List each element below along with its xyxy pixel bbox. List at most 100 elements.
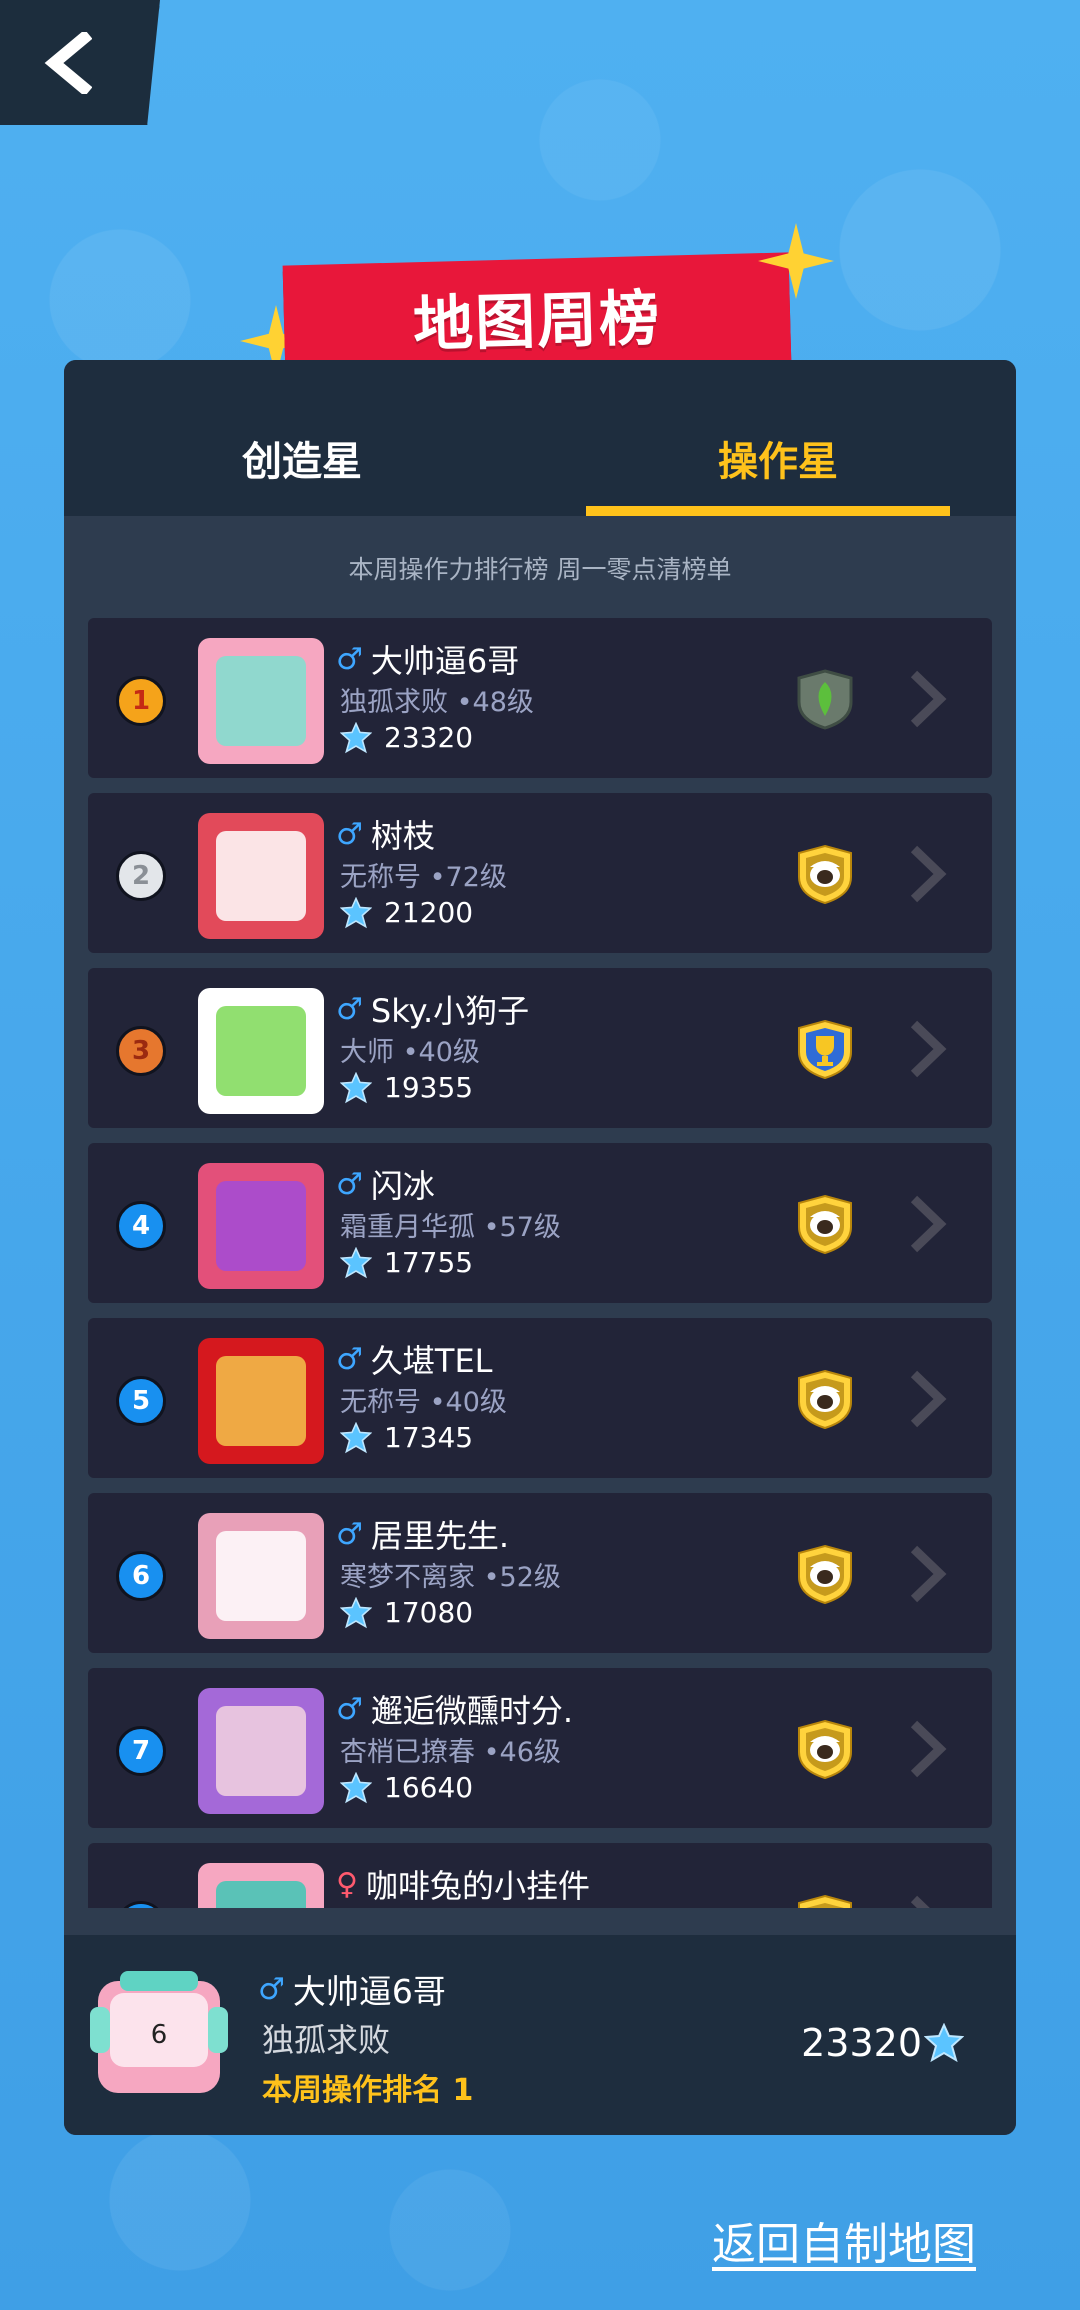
green-shield-badge — [797, 669, 853, 730]
player-title-level: 霜重月华孤 •57级 — [340, 1205, 561, 1244]
chevron-right-icon[interactable] — [906, 1718, 948, 1780]
user-avatar-image — [198, 1338, 324, 1464]
star-gem-icon — [340, 1421, 372, 1453]
player-title-level: 大师 •40级 — [340, 1030, 480, 1069]
rank-number: 6 — [131, 1561, 151, 1591]
avatar[interactable] — [198, 1688, 324, 1814]
star-gem-icon — [340, 721, 372, 753]
leaderboard-row[interactable]: 1 ♂ 大帅逼6哥 独孤求败 •48级 23320 — [88, 618, 992, 778]
male-icon: ♂ — [258, 1971, 285, 2007]
leaderboard-subtitle: 本周操作力排行榜 周一零点清榜单 — [348, 555, 732, 584]
player-title-level: 独孤求败 •48级 — [340, 680, 534, 719]
player-title: 大师 — [340, 1037, 394, 1068]
avatar[interactable]: 6 — [90, 1963, 228, 2101]
chevron-right-icon[interactable] — [906, 668, 948, 730]
active-tab-indicator — [586, 506, 950, 516]
rank-badge: 5 — [116, 1376, 166, 1426]
avatar[interactable] — [198, 813, 324, 939]
leaderboard-row[interactable]: 3 ♂ Sky.小狗子 大师 •40级 19355 — [88, 968, 992, 1128]
player-name: ♀ 咖啡兔的小挂件 — [336, 1861, 590, 1907]
robot-frame-avatar: 6 — [90, 1971, 228, 2093]
player-score: 19355 — [340, 1071, 473, 1104]
player-title: 霜重月华孤 — [340, 1212, 475, 1243]
player-score: 17080 — [340, 1596, 473, 1629]
rank-number: 1 — [131, 686, 151, 716]
back-button[interactable] — [0, 0, 160, 125]
my-score: 23320 — [801, 2021, 964, 2065]
leaderboard-row[interactable]: 5 ♂ 久堪TEL 无称号 •40级 17345 — [88, 1318, 992, 1478]
avatar[interactable] — [198, 988, 324, 1114]
player-score-value: 17755 — [384, 1246, 474, 1279]
chevron-right-icon[interactable] — [906, 1893, 948, 1908]
leaderboard-row[interactable]: 2 ♂ 树枝 无称号 •72级 21200 — [88, 793, 992, 953]
player-level: •72级 — [429, 862, 507, 893]
page-title: 地图周榜 — [412, 283, 663, 360]
player-score-value: 17345 — [384, 1421, 474, 1454]
player-name: ♂ 居里先生. — [336, 1511, 509, 1557]
user-avatar-image — [198, 638, 324, 764]
star-gem-icon — [340, 1071, 372, 1103]
player-title: 杏梢已撩春 — [340, 1737, 475, 1768]
user-avatar-image — [198, 1163, 324, 1289]
leaderboard-row[interactable]: 6 ♂ 居里先生. 寒梦不离家 •52级 17080 — [88, 1493, 992, 1653]
player-level: •46级 — [483, 1737, 561, 1768]
tab-operator-star[interactable]: 操作星 — [540, 360, 1016, 516]
rank-number: 5 — [131, 1386, 151, 1416]
rank-number: 2 — [131, 861, 151, 891]
rank-badge: 7 — [116, 1726, 166, 1776]
chevron-right-icon[interactable] — [906, 1543, 948, 1605]
my-score-value: 23320 — [801, 2021, 922, 2065]
chevron-right-icon[interactable] — [906, 1018, 948, 1080]
player-name-text: 咖啡兔的小挂件 — [365, 1867, 590, 1905]
leaderboard-row[interactable]: 4 ♂ 闪冰 霜重月华孤 •57级 17755 — [88, 1143, 992, 1303]
my-rank: 本周操作排名 1 — [262, 2073, 474, 2108]
player-name-text: Sky.小狗子 — [370, 992, 530, 1030]
player-score: 16640 — [340, 1771, 473, 1804]
my-name: ♂ 大帅逼6哥 — [258, 1965, 446, 2013]
svg-text:6: 6 — [151, 2020, 168, 2050]
player-name-text: 大帅逼6哥 — [370, 642, 520, 680]
male-icon: ♂ — [336, 991, 363, 1027]
male-icon: ♂ — [336, 1166, 363, 1202]
chevron-right-icon[interactable] — [906, 843, 948, 905]
leaderboard-row[interactable]: 8 ♀咖啡兔的小挂件乾坤一掷 •58级 — [88, 1843, 992, 1908]
avatar[interactable] — [198, 1338, 324, 1464]
player-score-value: 23320 — [384, 721, 474, 754]
rank-badge: 6 — [116, 1551, 166, 1601]
chevron-right-icon[interactable] — [906, 1368, 948, 1430]
user-avatar-image — [198, 1863, 324, 1908]
player-score: 23320 — [340, 721, 473, 754]
avatar[interactable] — [198, 638, 324, 764]
user-avatar-image — [198, 988, 324, 1114]
player-name-text: 树枝 — [370, 817, 435, 855]
avatar[interactable] — [198, 1863, 324, 1908]
player-score-value: 19355 — [384, 1071, 474, 1104]
leaderboard-row[interactable]: 7 ♂ 邂逅微醺时分. 杏梢已撩春 •46级 16640 — [88, 1668, 992, 1828]
user-avatar-image — [198, 1513, 324, 1639]
player-score: 17755 — [340, 1246, 473, 1279]
player-title-level: 乾坤一掷 •58级 — [340, 1905, 534, 1908]
player-level: •57级 — [483, 1212, 561, 1243]
player-title-level: 寒梦不离家 •52级 — [340, 1555, 561, 1594]
player-title: 独孤求败 — [340, 687, 448, 718]
player-name: ♂ 久堪TEL — [336, 1336, 493, 1382]
avatar[interactable] — [198, 1513, 324, 1639]
male-icon: ♂ — [336, 1516, 363, 1552]
rank-badge: 4 — [116, 1201, 166, 1251]
player-name-text: 邂逅微醺时分. — [370, 1692, 574, 1730]
player-name-text: 居里先生. — [370, 1517, 510, 1555]
chevron-right-icon[interactable] — [906, 1193, 948, 1255]
leaderboard-list[interactable]: 1 ♂ 大帅逼6哥 独孤求败 •48级 23320 2 ♂ 树枝 无称号 •72级 21200 3 ♂… — [88, 618, 992, 1908]
rank-number: 4 — [131, 1211, 151, 1241]
tab-creator-star[interactable]: 创造星 — [64, 360, 540, 516]
sheep-shield-badge — [798, 1719, 852, 1780]
back-to-custom-maps-link[interactable]: 返回自制地图 — [712, 2208, 976, 2272]
player-score-value: 16640 — [384, 1771, 474, 1804]
avatar[interactable] — [198, 1163, 324, 1289]
player-title: 无称号 — [340, 1387, 421, 1418]
star-gem-icon — [340, 1771, 372, 1803]
rank-badge: 2 — [116, 851, 166, 901]
user-avatar-image — [198, 1688, 324, 1814]
rank-number: 7 — [131, 1736, 151, 1766]
player-level: •48级 — [456, 687, 534, 718]
